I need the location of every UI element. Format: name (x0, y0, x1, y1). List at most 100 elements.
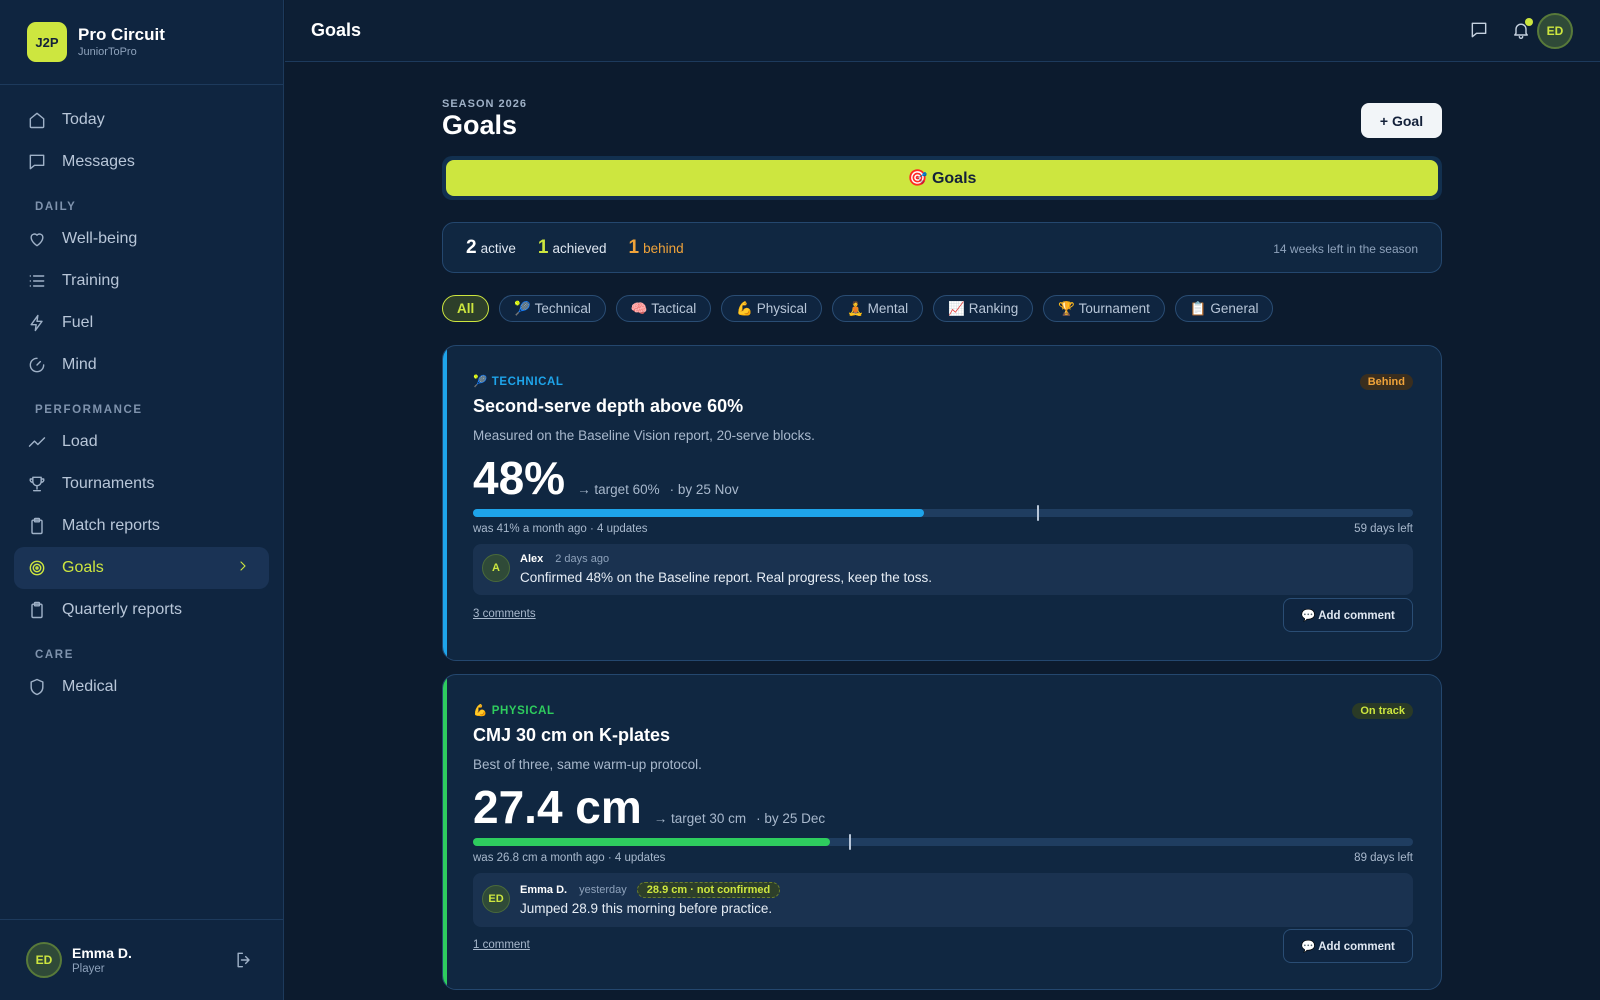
sidebar-item-quarterly-reports[interactable]: Quarterly reports (14, 589, 269, 631)
comment-author: Alex (520, 553, 544, 565)
avatar: ED (482, 885, 510, 913)
goal-target: → target 30 cm (653, 811, 747, 826)
sidebar-item-label: Tournaments (62, 475, 155, 492)
unconfirmed-badge: 28.9 cm · not confirmed (636, 882, 781, 898)
sidebar-item-load[interactable]: Load (14, 421, 269, 463)
clipboard-icon (26, 515, 48, 537)
goal-progress-fill (473, 509, 925, 517)
brand-name: Pro Circuit (78, 25, 165, 44)
add-comment-button[interactable]: 💬 Add comment (1283, 598, 1413, 632)
comment-time: yesterday (579, 884, 627, 896)
sidebar-item-label: Quarterly reports (62, 601, 183, 618)
comments-link[interactable]: 3 comments (473, 608, 536, 620)
goal-description: Best of three, same warm-up protocol. (473, 757, 702, 772)
topbar: Goals ED (285, 0, 1600, 62)
summary-active: 2 active (466, 237, 516, 259)
add-goal-button[interactable]: + Goal (1361, 103, 1442, 138)
sidebar-item-label: Training (62, 272, 120, 289)
sidebar-item-label: Load (62, 433, 98, 450)
goal-progress-bar (473, 834, 1413, 850)
comment-author: Emma D. (520, 884, 568, 896)
summary-achieved: 1 achieved (538, 237, 607, 259)
sidebar-item-tournaments[interactable]: Tournaments (14, 463, 269, 505)
goal-current-value: 27.4 cm (473, 781, 642, 833)
sidebar-item-wellbeing[interactable]: Well-being (14, 218, 269, 260)
trophy-icon (26, 473, 48, 495)
filter-mental[interactable]: 🧘 Mental (832, 295, 924, 322)
nav-section-daily: DAILY (35, 201, 77, 213)
comment-time: 2 days ago (555, 553, 610, 565)
sidebar: J2P Pro Circuit JuniorToPro Today Messag… (0, 0, 284, 1000)
sidebar-item-match-reports[interactable]: Match reports (14, 505, 269, 547)
sidebar-item-mind[interactable]: Mind (14, 344, 269, 386)
goal-history: was 26.8 cm a month ago · 4 updates (473, 852, 666, 864)
brand[interactable]: J2P Pro Circuit JuniorToPro (0, 0, 283, 85)
goal-category: 💪 PHYSICAL (473, 705, 555, 717)
brand-subtitle: JuniorToPro (78, 46, 137, 58)
avatar: A (482, 554, 510, 582)
goal-description: Measured on the Baseline Vision report, … (473, 428, 815, 443)
status-badge: On track (1352, 703, 1413, 719)
sidebar-item-fuel[interactable]: Fuel (14, 302, 269, 344)
bell-icon[interactable] (1511, 18, 1533, 42)
clipboard-icon (26, 599, 48, 621)
logout-icon[interactable] (234, 950, 254, 970)
goal-deadline: · by 25 Dec (756, 811, 826, 826)
user-name: Emma D. (72, 945, 132, 961)
filter-all[interactable]: All (442, 295, 490, 322)
status-badge: Behind (1359, 374, 1413, 390)
list-icon (26, 270, 48, 292)
sidebar-item-label: Medical (62, 678, 118, 695)
goal-card: 💪 PHYSICAL On track CMJ 30 cm on K-plate… (442, 674, 1442, 990)
avatar[interactable]: ED (1537, 13, 1573, 49)
sidebar-item-training[interactable]: Training (14, 260, 269, 302)
goal-days-left: 59 days left (1354, 523, 1413, 535)
sidebar-item-goals[interactable]: Goals (14, 547, 269, 589)
comments-link[interactable]: 1 comment (473, 939, 530, 951)
summary-achieved-label: achieved (552, 240, 607, 256)
sidebar-item-label: Well-being (62, 230, 138, 247)
filter-physical[interactable]: 💪 Physical (721, 295, 823, 322)
nav-section-performance: PERFORMANCE (35, 404, 143, 416)
sidebar-item-medical[interactable]: Medical (14, 666, 269, 708)
filter-ranking[interactable]: 📈 Ranking (933, 295, 1034, 322)
goal-category-stripe (443, 675, 447, 989)
goal-days-left: 89 days left (1354, 852, 1413, 864)
filter-technical[interactable]: 🎾 Technical (499, 295, 606, 322)
notification-dot (1525, 18, 1533, 26)
avatar[interactable]: ED (26, 942, 62, 978)
goal-title: Second-serve depth above 60% (473, 396, 744, 416)
goals-summary: 2 active 1 achieved 1 behind 14 weeks le… (442, 222, 1442, 273)
goal-target: → target 60% (577, 482, 660, 497)
weeks-left: 14 weeks left in the season (1273, 242, 1418, 256)
sidebar-item-label: Today (62, 111, 105, 128)
gauge-icon (26, 354, 48, 376)
filter-tactical[interactable]: 🧠 Tactical (615, 295, 712, 322)
sidebar-item-messages[interactable]: Messages (14, 141, 269, 183)
tab-goals[interactable]: 🎯 Goals (446, 160, 1438, 196)
season-label: SEASON 2026 (442, 98, 527, 110)
bolt-icon (26, 312, 48, 334)
goal-progress-fill (473, 838, 831, 846)
summary-behind: 1 behind (628, 237, 683, 259)
sidebar-item-label: Mind (62, 356, 97, 373)
latest-comment: ED Emma D. yesterday 28.9 cm · not confi… (473, 873, 1413, 927)
sidebar-item-today[interactable]: Today (14, 99, 269, 141)
nav-section-care: CARE (35, 649, 74, 661)
brand-logo: J2P (27, 22, 67, 62)
latest-comment: A Alex 2 days ago Confirmed 48% on the B… (473, 544, 1413, 595)
user-profile: ED Emma D. Player (0, 919, 284, 1000)
page-title: Goals (442, 110, 518, 140)
comment-text: Confirmed 48% on the Baseline report. Re… (520, 570, 932, 585)
goal-title: CMJ 30 cm on K-plates (473, 725, 671, 745)
filter-general[interactable]: 📋 General (1174, 295, 1274, 322)
goal-metric: 48% → target 60% · by 25 Nov (473, 451, 739, 505)
add-comment-button[interactable]: 💬 Add comment (1283, 929, 1413, 963)
goal-current-value: 48% (473, 452, 566, 504)
filter-tournament[interactable]: 🏆 Tournament (1043, 295, 1165, 322)
message-icon[interactable] (1469, 20, 1491, 42)
tab-bar: 🎯 Goals (442, 156, 1442, 200)
shield-icon (26, 676, 48, 698)
sidebar-item-label: Match reports (62, 517, 160, 534)
user-role: Player (72, 963, 105, 975)
